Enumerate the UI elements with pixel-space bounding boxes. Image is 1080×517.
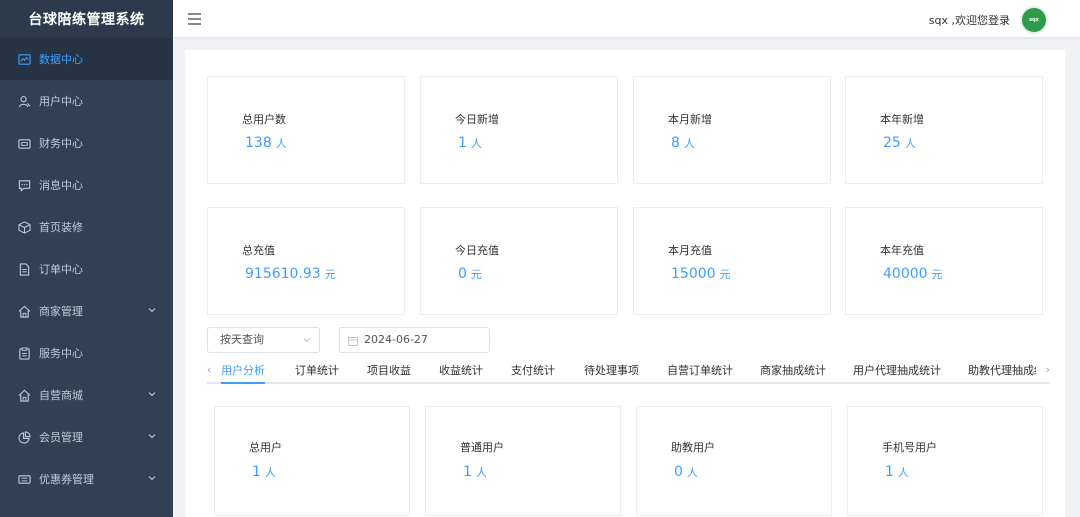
sidebar-item-message-center[interactable]: 消息中心 (0, 164, 173, 206)
sidebar-item-label: 商家管理 (39, 305, 83, 318)
wallet-icon (17, 136, 31, 150)
cube-icon (17, 220, 31, 234)
stat-label: 今日充值 (455, 244, 499, 257)
sidebar-item-merchant-management[interactable]: 商家管理 (0, 290, 173, 332)
user-stat-card-assistant: 助教用户 0人 (636, 406, 832, 516)
tab-scroll-right-icon[interactable]: › (1046, 363, 1050, 376)
tab-pending-items[interactable]: 待处理事项 (584, 362, 639, 378)
stat-label: 普通用户 (460, 441, 504, 454)
stat-label: 本月新增 (668, 113, 712, 126)
sidebar-item-user-center[interactable]: 用户中心 (0, 80, 173, 122)
stat-card-total-users: 总用户数 138 人 (207, 76, 405, 184)
stat-label: 今日新增 (455, 113, 499, 126)
stat-value: 915610.93 元 (245, 266, 336, 282)
stat-value: 0元 (458, 266, 482, 282)
stat-card-month-recharge: 本月充值 15000 元 (633, 207, 831, 315)
stat-card-today-recharge: 今日充值 0元 (420, 207, 618, 315)
welcome-text: sqx ,欢迎您登录 (928, 14, 1010, 27)
active-tab-indicator (221, 382, 265, 384)
user-stat-card-normal: 普通用户 1人 (425, 406, 621, 516)
stat-card-total-recharge: 总充值 915610.93 元 (207, 207, 405, 315)
stat-card-year-recharge: 本年充值 40000 元 (845, 207, 1043, 315)
chevron-down-icon (148, 476, 156, 481)
user-stat-card-phone: 手机号用户 1人 (847, 406, 1043, 516)
stats-tabs: ‹ 用户分析 订单统计 项目收益 收益统计 支付统计 待处理事项 自营订单统计 … (207, 357, 1050, 384)
date-picker[interactable]: 2024-06-27 (339, 327, 490, 353)
top-header: sqx ,欢迎您登录 sqx (173, 0, 1080, 38)
sidebar-item-data-center[interactable]: 数据中心 (0, 38, 173, 80)
stat-label: 总充值 (242, 244, 275, 257)
stat-label: 本年新增 (880, 113, 924, 126)
sidebar-item-self-mall[interactable]: 自营商城 (0, 374, 173, 416)
stat-value: 1人 (463, 464, 487, 480)
stat-card-today-new: 今日新增 1人 (420, 76, 618, 184)
sidebar-item-label: 数据中心 (39, 53, 83, 66)
sidebar: 台球陪练管理系统 数据中心 用户中心 财务中心 消息中心 首页装修 订单中心 商… (0, 0, 173, 517)
user-icon (17, 94, 31, 108)
tab-user-analysis[interactable]: 用户分析 (221, 362, 265, 378)
sidebar-item-finance-center[interactable]: 财务中心 (0, 122, 173, 164)
app-title: 台球陪练管理系统 (0, 0, 173, 38)
tab-scroll-left-icon[interactable]: ‹ (207, 363, 211, 376)
clipboard-icon (17, 346, 31, 360)
sidebar-item-home-decoration[interactable]: 首页装修 (0, 206, 173, 248)
stat-label: 手机号用户 (882, 441, 937, 454)
stat-label: 总用户数 (242, 113, 286, 126)
stat-value: 1人 (458, 135, 482, 151)
sidebar-item-label: 财务中心 (39, 137, 83, 150)
dashboard-icon (17, 52, 31, 66)
stat-card-month-new: 本月新增 8人 (633, 76, 831, 184)
stat-value: 15000 元 (671, 266, 731, 282)
message-icon (17, 178, 31, 192)
sidebar-item-coupon-management[interactable]: 优惠券管理 (0, 458, 173, 500)
query-mode-select[interactable]: 按天查询 (207, 327, 320, 353)
tab-revenue-stats[interactable]: 收益统计 (439, 362, 483, 378)
chevron-down-icon (148, 308, 156, 313)
stat-label: 本月充值 (668, 244, 712, 257)
stat-value: 1人 (252, 464, 276, 480)
tab-project-revenue[interactable]: 项目收益 (367, 362, 411, 378)
sidebar-item-label: 自营商城 (39, 389, 83, 402)
stat-value: 138 人 (245, 135, 287, 151)
calendar-icon (348, 337, 358, 346)
stat-value: 8人 (671, 135, 695, 151)
stat-value: 0人 (674, 464, 698, 480)
stat-value: 1人 (885, 464, 909, 480)
chevron-down-icon (303, 338, 311, 343)
sidebar-item-label: 服务中心 (39, 347, 83, 360)
home-icon (17, 388, 31, 402)
sidebar-item-label: 首页装修 (39, 221, 83, 234)
home-icon (17, 304, 31, 318)
pie-chart-icon (17, 430, 31, 444)
sidebar-item-label: 消息中心 (39, 179, 83, 192)
sidebar-item-member-management[interactable]: 会员管理 (0, 416, 173, 458)
sidebar-item-label: 订单中心 (39, 263, 83, 276)
sidebar-item-label: 会员管理 (39, 431, 83, 444)
tab-user-agent-commission[interactable]: 用户代理抽成统计 (853, 362, 941, 378)
stat-label: 总用户 (249, 441, 282, 454)
chevron-down-icon (148, 434, 156, 439)
stat-label: 助教用户 (671, 441, 715, 454)
avatar[interactable]: sqx (1020, 6, 1048, 34)
stat-value: 25 人 (883, 135, 916, 151)
tab-payment-stats[interactable]: 支付统计 (511, 362, 555, 378)
document-icon (17, 262, 31, 276)
stat-label: 本年充值 (880, 244, 924, 257)
stat-value: 40000 元 (883, 266, 943, 282)
sidebar-item-label: 用户中心 (39, 95, 83, 108)
tab-merchant-commission[interactable]: 商家抽成统计 (760, 362, 826, 378)
menu-toggle-icon[interactable] (188, 13, 201, 25)
sidebar-item-label: 优惠券管理 (39, 473, 94, 486)
chevron-down-icon (148, 392, 156, 397)
stat-card-year-new: 本年新增 25 人 (845, 76, 1043, 184)
sidebar-item-service-center[interactable]: 服务中心 (0, 332, 173, 374)
tab-order-stats[interactable]: 订单统计 (295, 362, 339, 378)
tab-assistant-agent-commission[interactable]: 助教代理抽成统计 (968, 362, 1036, 378)
tab-self-order-stats[interactable]: 自营订单统计 (667, 362, 733, 378)
user-stat-card-total: 总用户 1人 (214, 406, 410, 516)
tabs-scroll-area: 用户分析 订单统计 项目收益 收益统计 支付统计 待处理事项 自营订单统计 商家… (221, 357, 1036, 382)
sidebar-item-order-center[interactable]: 订单中心 (0, 248, 173, 290)
coupon-icon (17, 472, 31, 486)
